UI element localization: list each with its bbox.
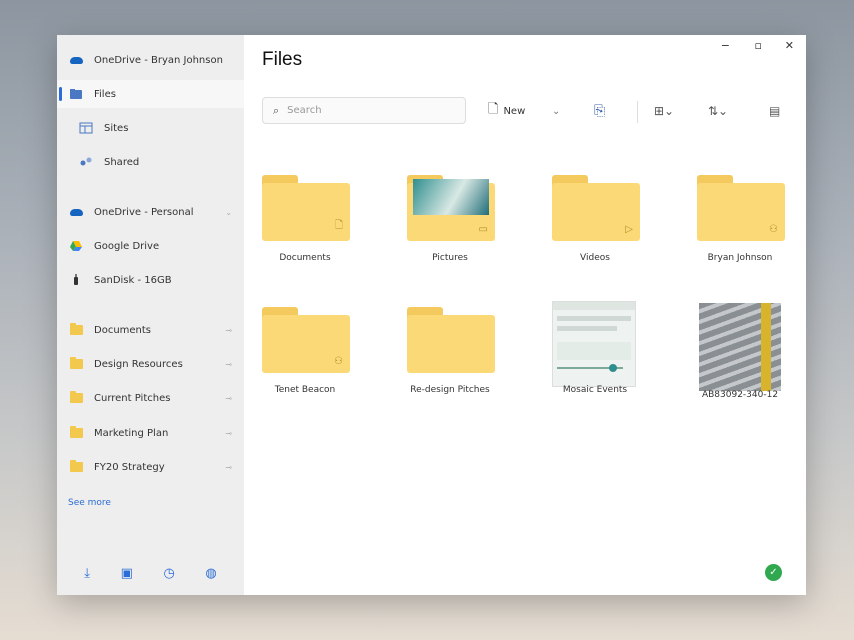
- picture-icon: ▭: [478, 224, 488, 235]
- pin-icon[interactable]: ⊸: [225, 360, 232, 369]
- folder-icon: ⚇: [697, 175, 785, 241]
- sidebar-item-label: Marketing Plan: [94, 427, 169, 439]
- shared-icon: [79, 155, 93, 169]
- sidebar-account-onedrive-business[interactable]: OneDrive - Bryan Johnson: [57, 46, 244, 74]
- sidebar-item-shared[interactable]: Shared: [57, 148, 244, 176]
- file-tile-label: Documents: [279, 253, 331, 263]
- sidebar-pinned-current-pitches[interactable]: Current Pitches ⊸: [57, 384, 244, 412]
- search-placeholder: Search: [287, 105, 322, 116]
- file-tile[interactable]: AB83092-340-12: [685, 303, 795, 422]
- sidebar-item-label: OneDrive - Bryan Johnson: [94, 54, 223, 66]
- sidebar-item-label: SanDisk - 16GB: [94, 274, 172, 286]
- sidebar-item-label: OneDrive - Personal: [94, 206, 194, 218]
- onedrive-cloud-icon: [69, 205, 83, 219]
- see-more-link[interactable]: See more: [68, 498, 111, 508]
- toolbar: ⌕ Search 🗋 New ⌄ ⎘ ⊞⌄ ⇅⌄ ▤: [244, 97, 806, 127]
- sidebar-item-google-drive[interactable]: Google Drive: [57, 232, 244, 260]
- clipboard-icon[interactable]: ▣: [121, 566, 133, 581]
- sidebar-pinned-documents[interactable]: Documents ⊸: [57, 316, 244, 344]
- file-tile[interactable]: Re-design Pitches: [395, 307, 505, 422]
- folder-icon: [69, 391, 83, 405]
- file-tile[interactable]: 🗋 Documents: [250, 175, 360, 290]
- photo-thumbnail: [697, 303, 785, 391]
- file-tile[interactable]: ⚇ Tenet Beacon: [250, 307, 360, 422]
- sort-icon[interactable]: ⇅⌄: [708, 101, 728, 121]
- toolbar-divider: [637, 101, 638, 123]
- close-icon[interactable]: ✕: [785, 39, 794, 52]
- shared-people-icon: ⚇: [334, 356, 343, 367]
- file-tile[interactable]: Mosaic Events: [540, 301, 650, 422]
- sidebar-item-label: Google Drive: [94, 240, 160, 252]
- folder-icon: ⚇: [262, 307, 350, 373]
- screenshot-thumbnail: [552, 301, 640, 387]
- minimize-icon[interactable]: −: [721, 39, 730, 52]
- sidebar-item-sites[interactable]: Sites: [57, 114, 244, 142]
- folder-icon: [69, 426, 83, 440]
- sidebar-pinned-fy20-strategy[interactable]: FY20 Strategy ⊸: [57, 453, 244, 481]
- file-tile-label: Bryan Johnson: [707, 253, 773, 263]
- file-tile-label: Mosaic Events: [562, 385, 628, 395]
- pin-icon[interactable]: ⊸: [225, 394, 232, 403]
- sidebar-pinned-design-resources[interactable]: Design Resources ⊸: [57, 350, 244, 378]
- new-button[interactable]: 🗋 New: [488, 101, 525, 121]
- search-icon: ⌕: [273, 103, 280, 117]
- sidebar-item-label: Sites: [104, 122, 129, 134]
- folder-icon: [69, 357, 83, 371]
- document-icon: 🗋: [334, 220, 343, 231]
- file-tile-label: Pictures: [432, 253, 468, 263]
- paste-icon[interactable]: ⎘: [594, 101, 605, 121]
- shared-people-icon: ⚇: [769, 224, 778, 235]
- sidebar-item-label: Shared: [104, 156, 140, 168]
- onedrive-cloud-icon: [69, 53, 83, 67]
- sidebar-item-label: Files: [94, 88, 116, 100]
- folder-icon: 🗋: [262, 175, 350, 241]
- view-grid-icon[interactable]: ⊞⌄: [654, 101, 674, 121]
- sidebar-bottom-toolbar: ⤓ ▣ ◷ ◍: [57, 551, 244, 595]
- sync-status-checkmark-icon[interactable]: ✓: [765, 564, 782, 581]
- page-title: Files: [262, 49, 303, 70]
- files-icon: [69, 87, 83, 101]
- file-tile[interactable]: ⚇ Bryan Johnson: [685, 175, 795, 290]
- pin-icon[interactable]: ⊸: [225, 326, 232, 335]
- sidebar-item-label: Documents: [94, 324, 152, 336]
- file-tile-label: AB83092-340-12: [701, 390, 779, 400]
- folder-icon: [69, 323, 83, 337]
- pin-icon[interactable]: ⊸: [225, 463, 232, 472]
- file-tile[interactable]: ▷ Videos: [540, 175, 650, 290]
- chevron-down-icon[interactable]: ⌄: [225, 208, 232, 217]
- file-tile-label: Tenet Beacon: [274, 385, 336, 395]
- chevron-down-icon[interactable]: ⌄: [552, 101, 560, 121]
- folder-icon: [69, 460, 83, 474]
- sidebar-item-label: Design Resources: [94, 358, 183, 370]
- sidebar-item-onedrive-personal[interactable]: OneDrive - Personal ⌄: [57, 198, 244, 226]
- usb-drive-icon: [69, 273, 83, 287]
- new-document-icon: 🗋: [488, 102, 499, 117]
- sidebar-item-label: FY20 Strategy: [94, 461, 165, 473]
- new-button-label: New: [503, 105, 526, 117]
- globe-icon[interactable]: ◍: [205, 566, 216, 581]
- pin-icon[interactable]: ⊸: [225, 429, 232, 438]
- maximize-icon[interactable]: ▫: [755, 39, 762, 52]
- google-drive-icon: [69, 239, 83, 253]
- search-input[interactable]: ⌕ Search: [262, 97, 466, 124]
- file-tile-label: Re-design Pitches: [410, 385, 490, 395]
- sidebar-pinned-marketing-plan[interactable]: Marketing Plan ⊸: [57, 419, 244, 447]
- file-tile[interactable]: ▭ Pictures: [395, 175, 505, 290]
- main-pane: Files − ▫ ✕ ⌕ Search 🗋 New ⌄ ⎘ ⊞⌄ ⇅⌄ ▤ 🗋: [244, 35, 806, 595]
- download-icon[interactable]: ⤓: [84, 566, 90, 581]
- sidebar-item-label: Current Pitches: [94, 392, 171, 404]
- sidebar: OneDrive - Bryan Johnson Files Sites Sha…: [57, 35, 244, 595]
- folder-icon: [407, 307, 495, 373]
- sidebar-item-files[interactable]: Files: [57, 80, 244, 108]
- sidebar-item-sandisk[interactable]: SanDisk - 16GB: [57, 266, 244, 294]
- folder-icon: ▷: [552, 175, 640, 241]
- clock-icon[interactable]: ◷: [163, 566, 174, 581]
- sites-icon: [79, 121, 93, 135]
- file-explorer-window: OneDrive - Bryan Johnson Files Sites Sha…: [57, 35, 806, 595]
- details-pane-icon[interactable]: ▤: [769, 101, 780, 121]
- video-icon: ▷: [625, 224, 633, 235]
- file-tile-label: Videos: [580, 253, 610, 263]
- pictures-folder-icon: ▭: [407, 175, 495, 241]
